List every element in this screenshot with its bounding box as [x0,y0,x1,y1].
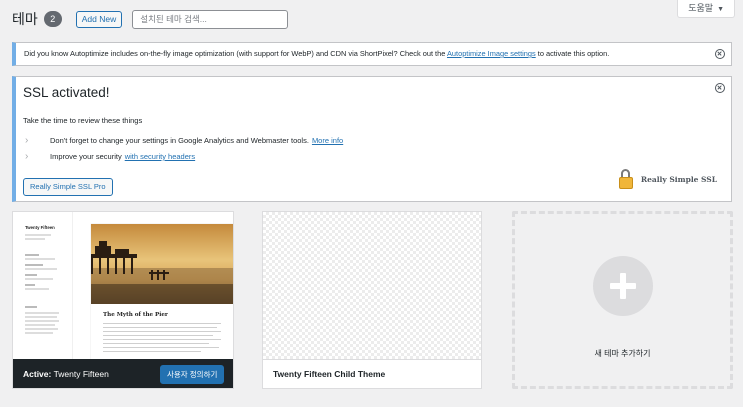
ssl-item-text: Don't forget to change your settings in … [50,136,309,145]
plus-icon [593,256,653,316]
active-theme-name: Twenty Fifteen [53,369,109,379]
security-headers-link[interactable]: with security headers [125,152,195,161]
add-new-button[interactable]: Add New [75,10,123,28]
ssl-notice-title: SSL activated! [23,85,110,100]
active-prefix: Active: [23,369,52,379]
chevron-right-icon: › [25,151,29,162]
theme-screenshot-placeholder[interactable] [263,212,481,359]
pier-photo [91,224,233,304]
autoptimize-text-after: to activate this option. [535,49,610,58]
theme-count-badge: 2 [43,11,62,27]
add-new-theme-card[interactable]: 새 테마 추가하기 [512,211,733,389]
autoptimize-notice: Did you know Autoptimize includes on-the… [12,42,732,66]
screenshot-sidebar: Twenty Fifteen [13,212,73,359]
add-new-theme-label: 새 테마 추가하기 [594,349,651,358]
active-theme-bar: Active: Twenty Fifteen 사용자 정의하기 [13,359,233,388]
dismiss-icon[interactable] [715,83,725,93]
ssl-notice: SSL activated! Take the time to review t… [12,76,732,202]
help-tab[interactable]: 도움말 ▼ [677,0,735,18]
theme-screenshot[interactable]: Twenty Fifteen The Myth of the Pier [13,212,233,359]
autoptimize-settings-link[interactable]: Autoptimize Image settings [447,49,536,58]
autoptimize-text-before: Did you know Autoptimize includes on-the… [24,49,447,58]
screenshot-post: The Myth of the Pier [91,224,233,359]
ssl-logo-text: Really Simple SSL [640,174,717,184]
theme-name: Twenty Fifteen Child Theme [263,359,481,388]
active-theme-label: Active: Twenty Fifteen [23,369,109,379]
lock-icon [618,169,633,189]
page-header: 테마 2 Add New [12,8,289,30]
caret-down-icon: ▼ [717,6,724,13]
really-simple-ssl-logo: Really Simple SSL [618,169,717,189]
ssl-notice-item: › Don't forget to change your settings i… [25,135,343,146]
dismiss-icon[interactable] [715,49,725,59]
ssl-notice-subtitle: Take the time to review these things [23,116,143,125]
page-title: 테마 [12,11,38,27]
ssl-notice-item: › Improve your security with security he… [25,151,195,162]
theme-card-twenty-fifteen[interactable]: Twenty Fifteen The Myth of the Pier Acti… [12,211,234,389]
theme-card-twenty-fifteen-child[interactable]: Twenty Fifteen Child Theme [262,211,482,389]
ssl-item-text: Improve your security [50,152,122,161]
chevron-right-icon: › [25,135,29,146]
really-simple-ssl-pro-button[interactable]: Really Simple SSL Pro [23,178,113,196]
help-label: 도움말 [688,3,714,13]
search-themes-input[interactable] [132,9,289,29]
screenshot-site-title: Twenty Fifteen [25,225,55,230]
more-info-link[interactable]: More info [312,136,343,145]
screenshot-post-title: The Myth of the Pier [103,312,168,318]
customize-button[interactable]: 사용자 정의하기 [160,365,225,384]
